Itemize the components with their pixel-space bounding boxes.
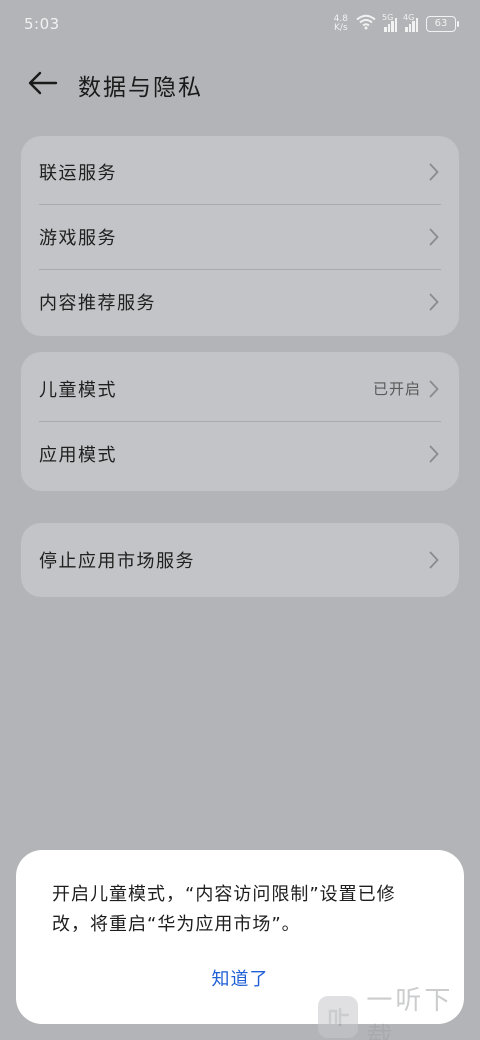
chevron-right-icon	[427, 292, 441, 312]
back-arrow-icon	[28, 71, 58, 99]
watermark: 一听下载	[318, 986, 478, 1040]
chevron-right-icon	[427, 227, 441, 247]
watermark-logo-icon	[318, 996, 359, 1038]
kids-mode-status: 已开启	[372, 380, 421, 398]
chevron-right-icon	[427, 379, 441, 399]
battery-level: 63	[434, 18, 448, 29]
back-button[interactable]	[18, 60, 68, 110]
settings-group-modes: 儿童模式 已开启 应用模式	[21, 352, 459, 491]
settings-group-services: 联运服务 游戏服务 内容推荐服务	[21, 136, 459, 336]
list-item-label: 联运服务	[39, 162, 117, 184]
status-time: 5:03	[24, 15, 60, 33]
list-item-app-mode[interactable]: 应用模式	[21, 421, 459, 486]
signal-2-label: 4G	[403, 13, 415, 22]
list-item-lianyun-service[interactable]: 联运服务	[21, 139, 459, 204]
page-title: 数据与隐私	[78, 75, 203, 101]
dialog-message: 开启儿童模式，“内容访问限制”设置已修改，将重启“华为应用市场”。	[52, 884, 396, 935]
watermark-text: 一听下载	[366, 986, 454, 1040]
list-item-label: 应用模式	[39, 444, 117, 466]
list-item-kids-mode[interactable]: 儿童模式 已开启	[21, 356, 459, 421]
status-bar: 5:03 4.8 K/s 5G 4G 63	[0, 0, 480, 48]
network-speed: 4.8 K/s	[334, 15, 348, 33]
list-item-content-recommendation[interactable]: 内容推荐服务	[21, 269, 459, 334]
list-item-label: 停止应用市场服务	[39, 550, 195, 572]
status-indicators: 4.8 K/s 5G 4G 63	[334, 13, 459, 34]
page-header: 数据与隐私	[0, 60, 480, 110]
list-item-label: 内容推荐服务	[39, 292, 156, 314]
signal-bars-icon: 5G	[382, 13, 397, 32]
list-item-label: 儿童模式	[39, 379, 117, 401]
signal-bars-icon: 4G	[403, 13, 418, 32]
chevron-right-icon	[427, 162, 441, 182]
chevron-right-icon	[427, 444, 441, 464]
chevron-right-icon	[427, 550, 441, 570]
battery-icon: 63	[426, 16, 459, 32]
settings-group-stop-service: 停止应用市场服务	[21, 523, 459, 597]
network-speed-unit: K/s	[334, 23, 348, 33]
list-item-label: 游戏服务	[39, 227, 117, 249]
wifi-icon	[356, 14, 376, 34]
signal-1-label: 5G	[382, 13, 394, 22]
list-item-stop-appmarket-service[interactable]: 停止应用市场服务	[21, 527, 459, 592]
list-item-game-service[interactable]: 游戏服务	[21, 204, 459, 269]
